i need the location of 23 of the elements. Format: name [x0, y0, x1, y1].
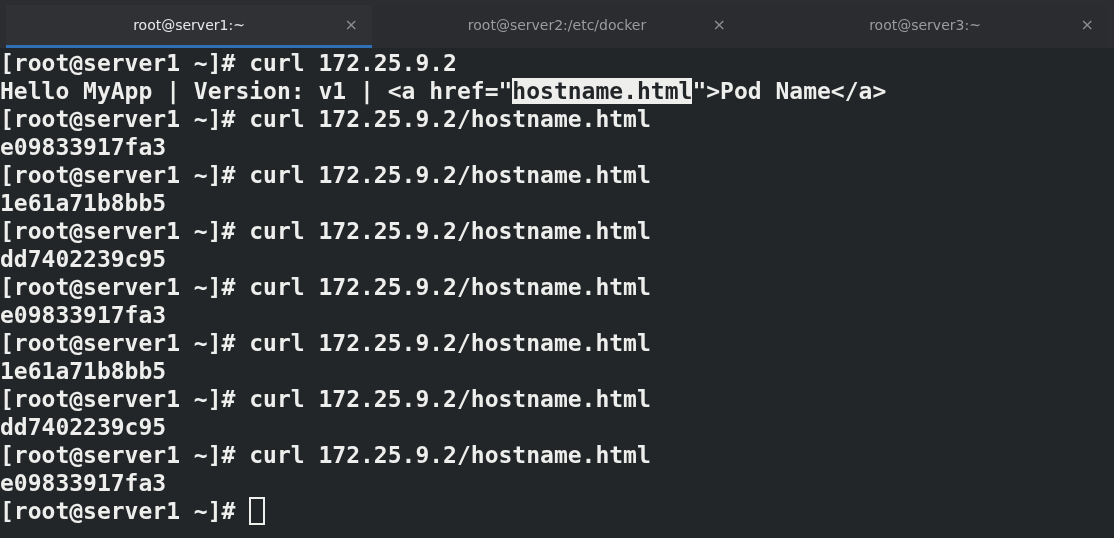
terminal-line: [root@server1 ~]# curl 172.25.9.2/hostname.html: [0, 106, 651, 132]
terminal-line: [root@server1 ~]# curl 172.25.9.2/hostname.html: [0, 274, 651, 300]
terminal-line: [root@server1 ~]# curl 172.25.9.2: [0, 50, 457, 76]
close-tab-button[interactable]: ×: [1080, 13, 1094, 37]
close-tab-button[interactable]: ×: [712, 13, 726, 37]
selected-text: hostname.html: [512, 78, 693, 104]
terminal-line: 1e61a71b8bb5: [0, 358, 167, 384]
close-tab-button[interactable]: ×: [344, 13, 358, 37]
terminal-line: dd7402239c95: [0, 246, 167, 272]
terminal-line: e09833917fa3: [0, 470, 167, 496]
terminal-line: dd7402239c95: [0, 414, 167, 440]
terminal-line: [root@server1 ~]# curl 172.25.9.2/hostname.html: [0, 442, 651, 468]
terminal-line: [root@server1 ~]# curl 172.25.9.2/hostname.html: [0, 218, 651, 244]
terminal-prompt: [root@server1 ~]#: [0, 497, 236, 525]
terminal-line: [root@server1 ~]# curl 172.25.9.2/hostname.html: [0, 162, 651, 188]
terminal-line: Hello MyApp | Version: v1 | <a href=": [0, 78, 513, 104]
terminal-line: e09833917fa3: [0, 302, 167, 328]
terminal-line: ">Pod Name</a>: [692, 78, 887, 104]
terminal-line: [root@server1 ~]# curl 172.25.9.2/hostname.html: [0, 386, 651, 412]
terminal-line: 1e61a71b8bb5: [0, 190, 167, 216]
terminal-line: [root@server1 ~]# curl 172.25.9.2/hostname.html: [0, 330, 651, 356]
terminal-tab[interactable]: root@server1:~ ×: [6, 5, 372, 48]
terminal-line: e09833917fa3: [0, 134, 167, 160]
